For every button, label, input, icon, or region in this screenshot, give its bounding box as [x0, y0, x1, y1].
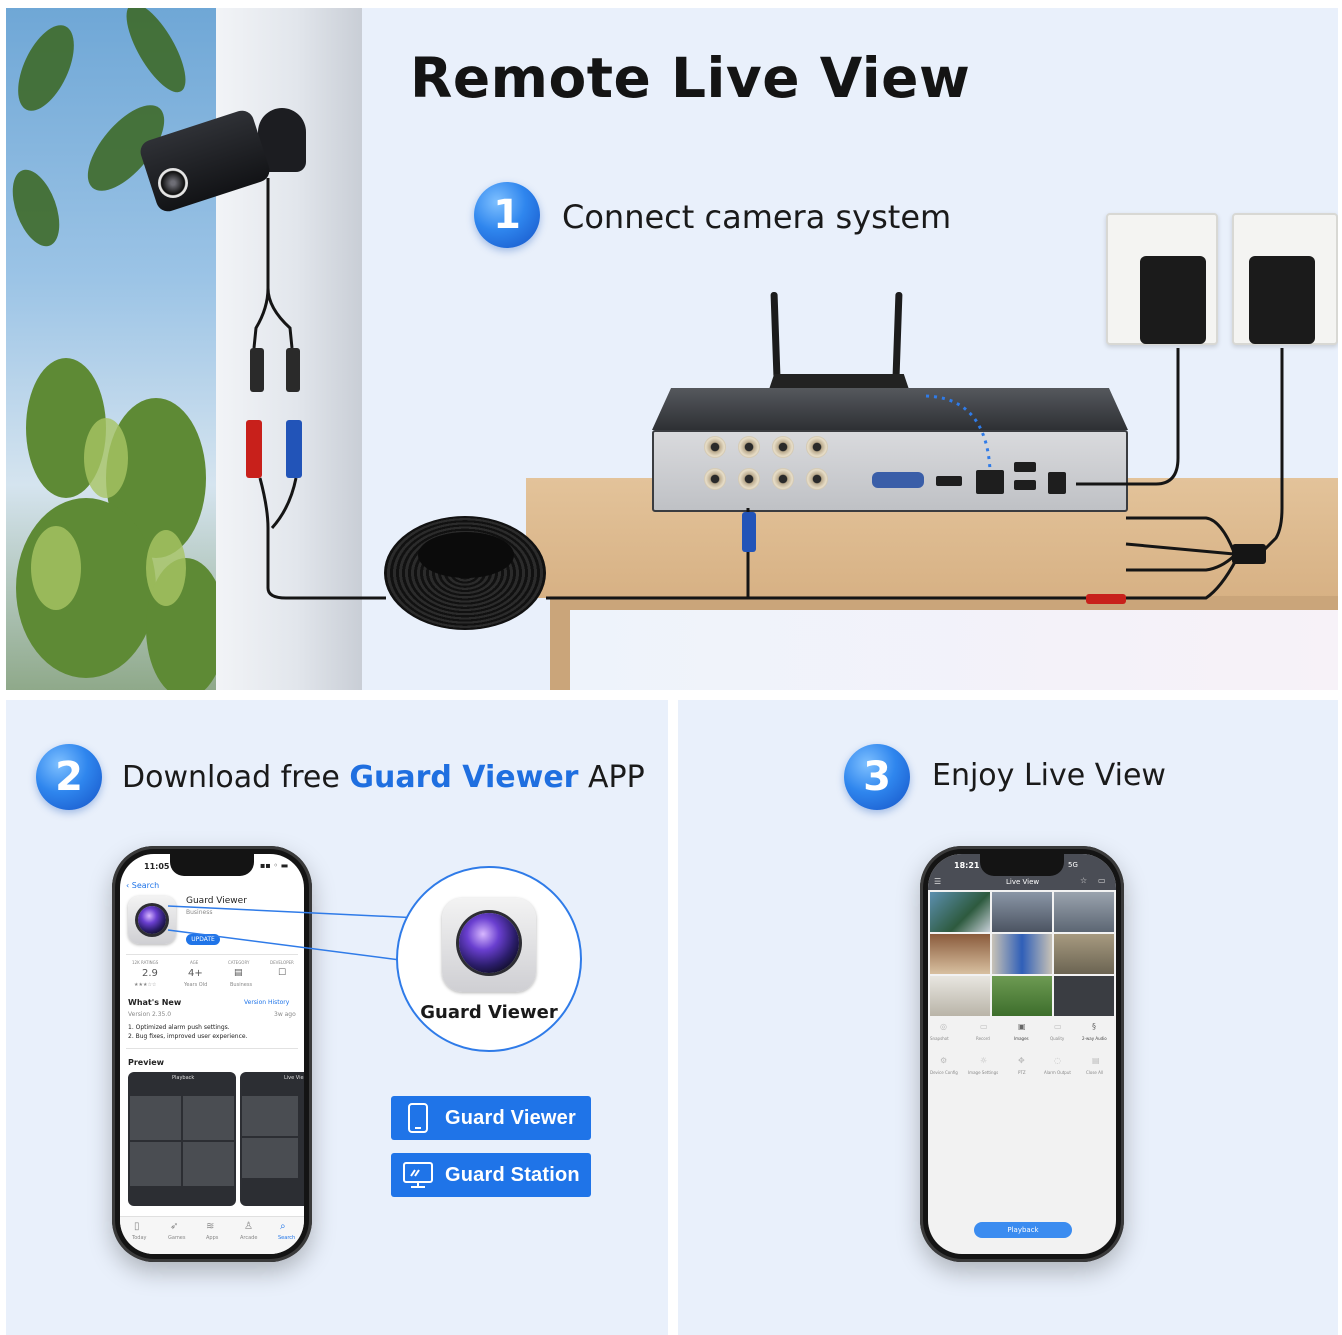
snapshot-button[interactable]: Snapshot: [930, 1036, 949, 1041]
menu-icon[interactable]: ☰: [934, 877, 941, 886]
monitor-icon: [403, 1160, 433, 1190]
status-time: 18:21: [954, 861, 980, 870]
close-all-button[interactable]: Close All: [1086, 1070, 1103, 1075]
camera-lens-icon: [459, 913, 519, 973]
guard-station-download-label: Guard Station: [445, 1163, 580, 1186]
step-3-badge: 3: [844, 744, 910, 810]
live-camera-tile[interactable]: [1054, 892, 1114, 932]
camera-icon: ◎: [940, 1022, 947, 1031]
step-3-text: Enjoy Live View: [932, 758, 1166, 793]
guard-station-download-button[interactable]: Guard Station: [391, 1153, 591, 1197]
guard-viewer-download-button[interactable]: Guard Viewer: [391, 1096, 591, 1140]
images-icon: ▣: [1018, 1022, 1026, 1031]
zoom-app-name: Guard Viewer: [420, 1002, 558, 1023]
image-settings-icon: ☼: [980, 1056, 988, 1065]
device-config-button[interactable]: Device Config: [930, 1070, 958, 1075]
star-icon[interactable]: ☆: [1080, 876, 1087, 885]
two-way-audio-button[interactable]: 2-way Audio: [1082, 1036, 1107, 1041]
live-camera-tile[interactable]: [1054, 934, 1114, 974]
live-camera-tile-empty[interactable]: [1054, 976, 1114, 1016]
ptz-icon: ✥: [1018, 1056, 1025, 1065]
images-button[interactable]: Images: [1014, 1036, 1029, 1041]
live-view-title: Live View: [1006, 878, 1040, 886]
playback-button[interactable]: Playback: [974, 1222, 1072, 1238]
live-camera-tile[interactable]: [930, 976, 990, 1016]
hd-icon: ▭: [1054, 1022, 1062, 1031]
guard-viewer-download-label: Guard Viewer: [445, 1106, 576, 1129]
product-infographic: Remote Live View 1 Connect camera system: [0, 0, 1342, 1335]
quality-button[interactable]: Quality: [1050, 1036, 1064, 1041]
live-camera-tile[interactable]: [992, 934, 1052, 974]
mic-icon: §: [1092, 1022, 1096, 1031]
live-camera-tile[interactable]: [992, 892, 1052, 932]
status-signal: 5G: [1068, 861, 1078, 869]
ptz-button[interactable]: PTZ: [1018, 1070, 1026, 1075]
image-settings-button[interactable]: Image Settings: [968, 1070, 998, 1075]
phone-notch: [980, 854, 1064, 876]
settings-icon: ⚙: [940, 1056, 948, 1065]
live-camera-tile[interactable]: [930, 934, 990, 974]
record-button[interactable]: Record: [976, 1036, 990, 1041]
live-view-screen: 18:21 5G ☰ Live View ☆ ▭ Snapshot Record…: [928, 854, 1116, 1254]
close-all-icon: ▤: [1092, 1056, 1100, 1065]
live-camera-tile[interactable]: [992, 976, 1052, 1016]
record-icon: ▭: [980, 1022, 988, 1031]
smartphone-icon: [403, 1103, 433, 1133]
alarm-output-button[interactable]: Alarm Output: [1044, 1070, 1071, 1075]
live-camera-tile[interactable]: [930, 892, 990, 932]
guard-viewer-large-icon: [442, 898, 536, 992]
alarm-icon: ◌: [1054, 1056, 1061, 1065]
layout-icon[interactable]: ▭: [1098, 876, 1106, 885]
